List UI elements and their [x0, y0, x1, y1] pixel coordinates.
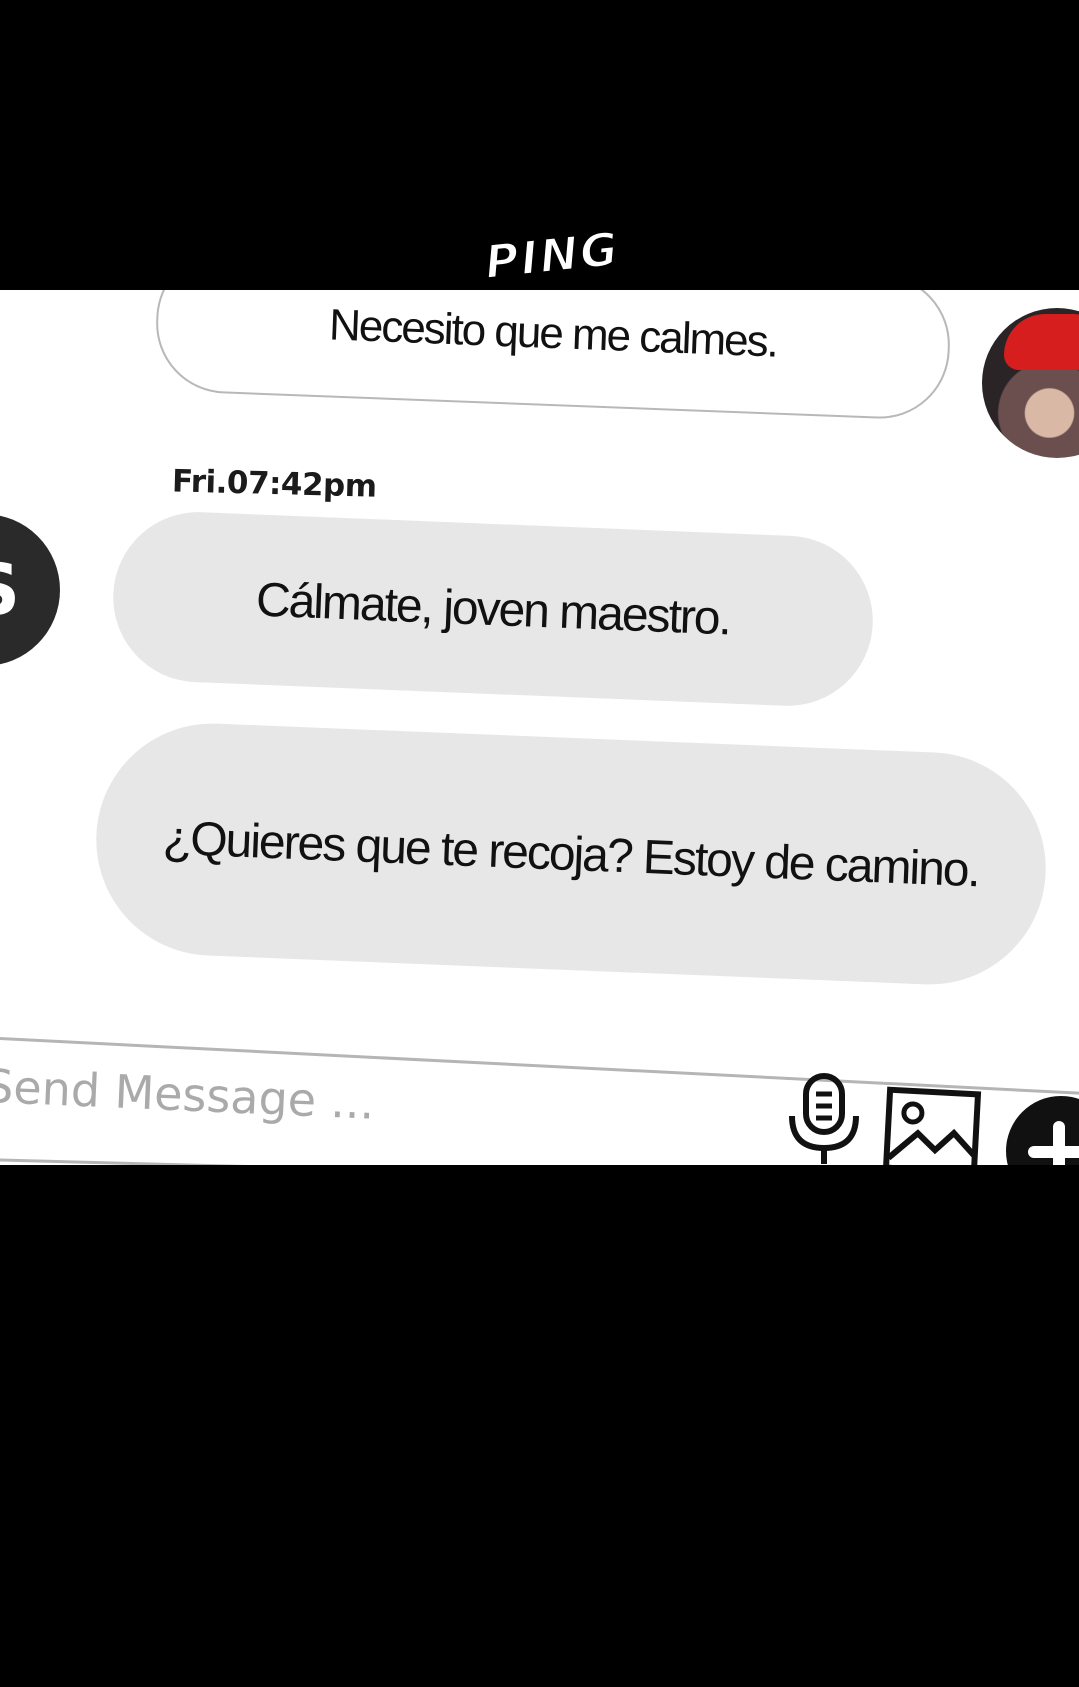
contact-avatar-letter: S	[0, 549, 20, 631]
composer-bottom-divider	[0, 1158, 280, 1165]
incoming-message-text: Cálmate, joven maestro.	[255, 573, 731, 645]
user-avatar[interactable]	[982, 308, 1079, 458]
chat-panel: Necesito que me calmes. Fri.07:42pm S Cá…	[0, 290, 1079, 1165]
image-icon[interactable]	[882, 1086, 982, 1165]
incoming-message-bubble: ¿Quieres que te recoja? Estoy de camino.	[91, 719, 1051, 989]
outgoing-message-text: Necesito que me calmes.	[328, 300, 778, 367]
contact-avatar[interactable]: S	[0, 514, 60, 666]
microphone-icon[interactable]	[786, 1072, 862, 1165]
incoming-message-text: ¿Quieres que te recoja? Estoy de camino.	[162, 811, 980, 897]
send-message-input[interactable]	[0, 1034, 688, 1165]
outgoing-message-bubble: Necesito que me calmes.	[153, 290, 953, 422]
plus-icon[interactable]	[1006, 1096, 1079, 1165]
incoming-message-bubble: Cálmate, joven maestro.	[109, 508, 877, 710]
avatar-cap	[1004, 314, 1079, 370]
ping-text: PING	[481, 221, 623, 291]
message-timestamp: Fri.07:42pm	[171, 463, 377, 505]
